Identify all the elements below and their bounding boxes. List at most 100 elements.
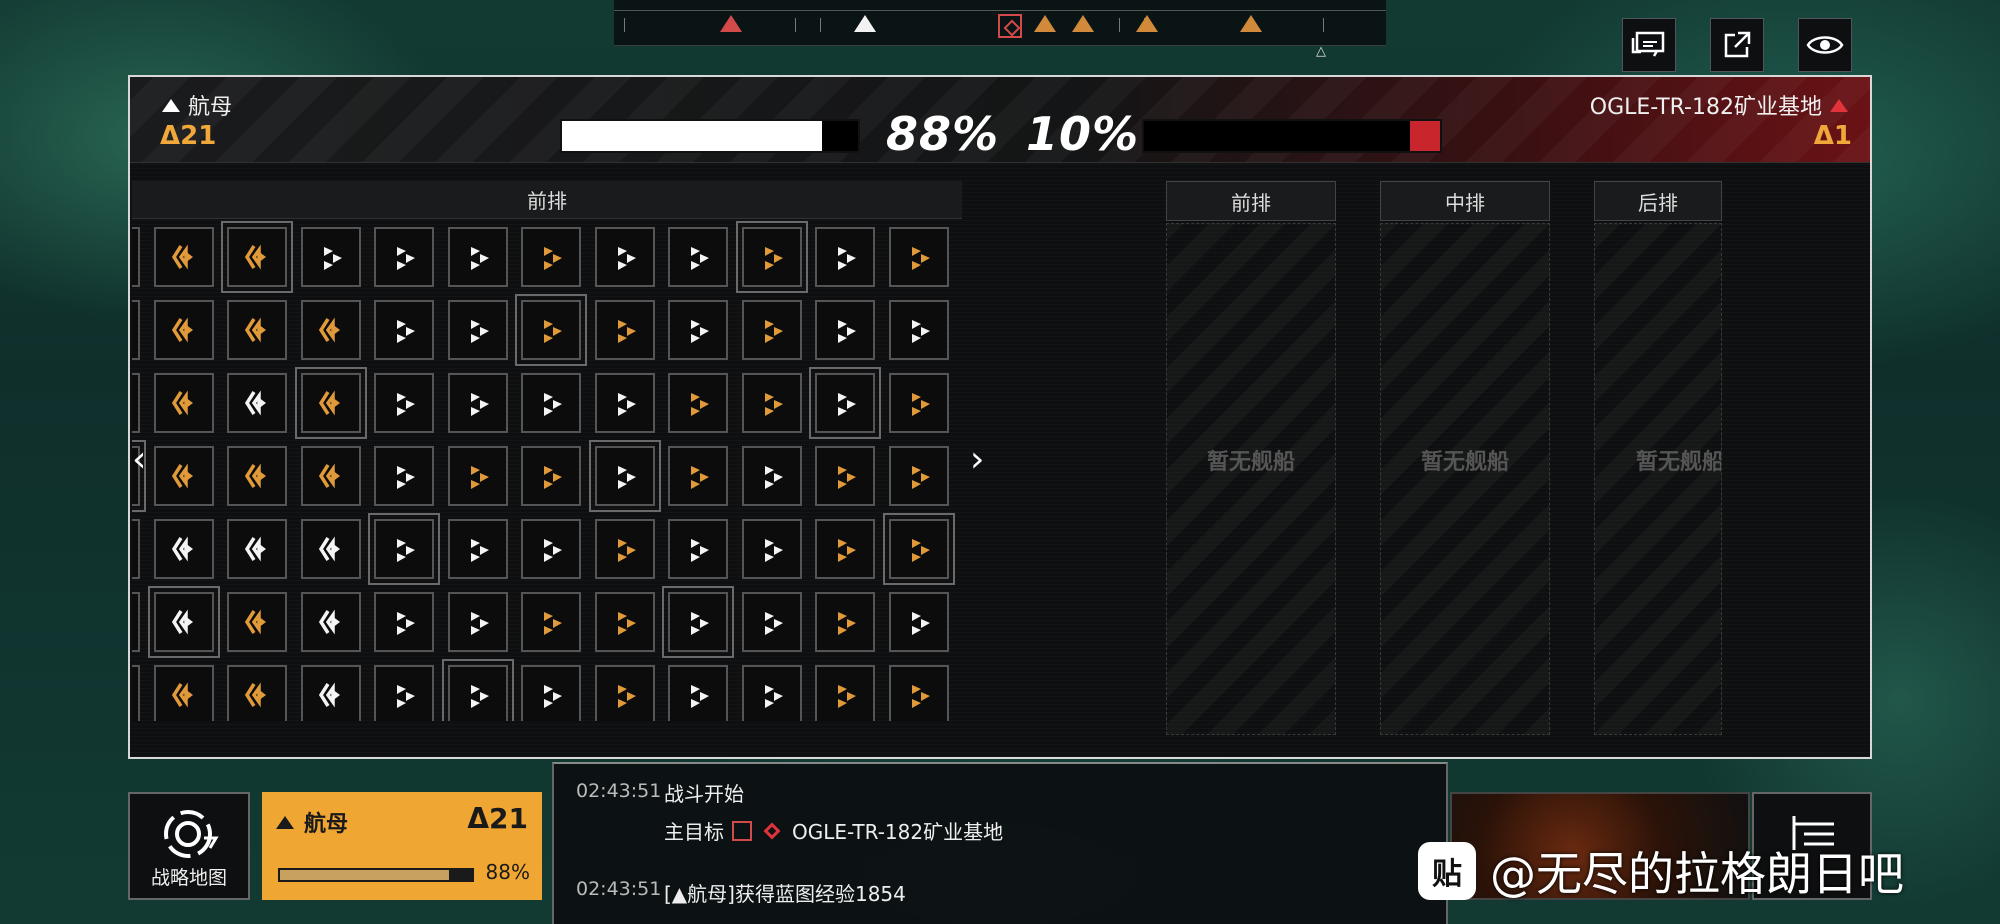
ally-event-marker-icon[interactable]	[1136, 15, 1158, 32]
ship-cell[interactable]	[447, 592, 508, 652]
ship-cell[interactable]	[368, 513, 440, 585]
formation-front-header[interactable]: 前排	[1166, 181, 1336, 221]
ship-cell[interactable]	[809, 367, 881, 439]
ship-cell[interactable]	[447, 373, 508, 433]
ship-cell[interactable]	[153, 300, 214, 360]
ship-cell[interactable]	[132, 519, 140, 579]
ship-cell[interactable]	[153, 446, 214, 506]
ship-cell[interactable]	[521, 665, 581, 721]
ship-cell[interactable]	[521, 446, 581, 506]
ship-cell[interactable]	[147, 586, 220, 658]
ship-cell[interactable]	[300, 446, 361, 506]
ship-cell[interactable]	[300, 665, 361, 721]
view-toggle-button[interactable]	[1798, 18, 1852, 72]
ship-cell[interactable]	[741, 300, 802, 360]
ship-cell[interactable]	[227, 373, 287, 433]
ship-cell[interactable]	[300, 227, 361, 287]
ship-cell[interactable]	[132, 373, 140, 433]
ship-cell[interactable]	[668, 373, 728, 433]
ship-cell[interactable]	[227, 300, 287, 360]
ship-cell[interactable]	[374, 665, 434, 721]
fleet-grid[interactable]: 前排	[132, 181, 964, 721]
ship-cell[interactable]	[882, 513, 955, 585]
ship-cell[interactable]	[815, 519, 875, 579]
share-button[interactable]	[1710, 18, 1764, 72]
ship-cell[interactable]	[300, 300, 361, 360]
scroll-left-arrow-icon[interactable]: ‹	[132, 439, 146, 480]
ship-cell[interactable]	[815, 300, 875, 360]
ship-cell[interactable]	[594, 519, 655, 579]
ship-cell[interactable]	[668, 227, 728, 287]
ship-cell[interactable]	[132, 227, 140, 287]
ship-cell[interactable]	[447, 519, 508, 579]
ship-cell[interactable]	[441, 659, 514, 721]
ally-event-marker-icon[interactable]	[1072, 15, 1094, 32]
ship-cell[interactable]	[300, 519, 361, 579]
ship-cell[interactable]	[888, 446, 949, 506]
ship-cell[interactable]	[515, 294, 587, 366]
ship-cell[interactable]	[594, 227, 655, 287]
ship-cell[interactable]	[888, 300, 949, 360]
ship-cell[interactable]	[888, 592, 949, 652]
ship-cell[interactable]	[521, 373, 581, 433]
ship-cell[interactable]	[153, 665, 214, 721]
ally-event-marker-icon[interactable]	[1240, 15, 1262, 32]
ship-cell[interactable]	[741, 519, 802, 579]
ship-cell[interactable]	[227, 665, 287, 721]
ship-cell[interactable]	[888, 665, 949, 721]
formation-middle-slot[interactable]: 暂无舰船	[1380, 223, 1550, 735]
ship-cell[interactable]	[374, 300, 434, 360]
ally-event-marker-icon[interactable]	[1034, 15, 1056, 32]
ship-cell[interactable]	[594, 300, 655, 360]
ship-cell[interactable]	[132, 665, 140, 721]
ship-cell[interactable]	[594, 592, 655, 652]
formation-rear-header[interactable]: 后排	[1594, 181, 1722, 221]
current-position-marker-icon[interactable]	[854, 15, 876, 32]
ship-cell[interactable]	[741, 373, 802, 433]
formation-middle-header[interactable]: 中排	[1380, 181, 1550, 221]
ship-cell[interactable]	[662, 586, 734, 658]
ship-cell[interactable]	[815, 227, 875, 287]
ship-cell[interactable]	[227, 519, 287, 579]
ship-cell[interactable]	[594, 373, 655, 433]
ship-cell[interactable]	[132, 300, 140, 360]
fleet-card[interactable]: 航母 Δ21 88%	[262, 792, 542, 900]
ship-cell[interactable]	[300, 592, 361, 652]
ship-cell[interactable]	[588, 440, 661, 512]
ship-cell[interactable]	[132, 592, 140, 652]
ship-cell[interactable]	[374, 373, 434, 433]
formation-rear-slot[interactable]: 暂无舰船	[1594, 223, 1722, 735]
ship-cell[interactable]	[668, 300, 728, 360]
strategic-map-button[interactable]: 战略地图	[128, 792, 250, 900]
chat-button[interactable]	[1622, 18, 1676, 72]
ship-cell[interactable]	[668, 446, 728, 506]
ship-cell[interactable]	[447, 227, 508, 287]
battle-timeline[interactable]: △	[614, 0, 1386, 59]
enemy-event-marker-icon[interactable]	[720, 15, 742, 32]
ship-cell[interactable]	[521, 592, 581, 652]
formation-front-slot[interactable]: 暂无舰船	[1166, 223, 1336, 735]
ship-cell[interactable]	[153, 227, 214, 287]
ship-cell[interactable]	[521, 519, 581, 579]
ship-cell[interactable]	[741, 446, 802, 506]
ship-cell[interactable]	[735, 221, 808, 293]
ship-cell[interactable]	[374, 446, 434, 506]
main-target-marker-icon[interactable]	[998, 14, 1022, 38]
ship-cell[interactable]	[668, 665, 728, 721]
ship-cell[interactable]	[374, 227, 434, 287]
ship-cell[interactable]	[374, 592, 434, 652]
ship-cell[interactable]	[447, 446, 508, 506]
ship-cell[interactable]	[888, 373, 949, 433]
ship-cell[interactable]	[815, 665, 875, 721]
ship-cell[interactable]	[521, 227, 581, 287]
ship-cell[interactable]	[594, 665, 655, 721]
ship-cell[interactable]	[447, 300, 508, 360]
ship-cell[interactable]	[815, 592, 875, 652]
scroll-right-arrow-icon[interactable]: ›	[970, 439, 984, 480]
ship-cell[interactable]	[221, 221, 293, 293]
ship-cell[interactable]	[227, 592, 287, 652]
ship-cell[interactable]	[153, 373, 214, 433]
ship-cell[interactable]	[294, 367, 367, 439]
ship-cell[interactable]	[741, 592, 802, 652]
ship-cell[interactable]	[668, 519, 728, 579]
